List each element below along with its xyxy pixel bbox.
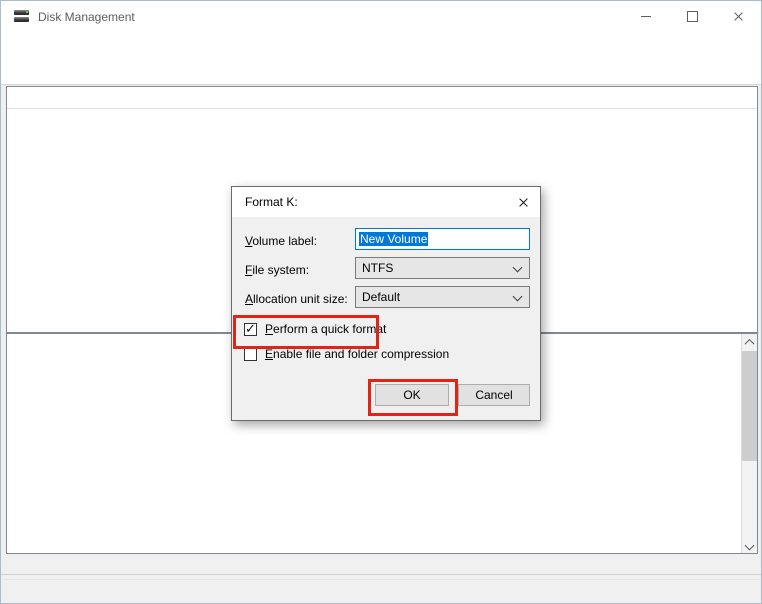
- file-system-label: File system:: [245, 263, 309, 277]
- maximize-button[interactable]: [669, 1, 715, 32]
- dialog-close-button[interactable]: [517, 196, 530, 209]
- compression-checkbox[interactable]: [244, 348, 257, 361]
- cancel-button[interactable]: Cancel: [458, 384, 530, 406]
- scroll-up-button[interactable]: [742, 334, 757, 350]
- ok-button[interactable]: OK: [375, 384, 449, 406]
- toolbar: [1, 57, 761, 85]
- legend-bar: [6, 554, 758, 573]
- maximize-icon: [687, 11, 698, 22]
- file-system-select[interactable]: NTFS: [355, 257, 530, 279]
- close-icon: [733, 11, 744, 22]
- scroll-down-button[interactable]: [742, 537, 757, 553]
- volume-label-value: New Volume: [359, 232, 428, 246]
- chevron-down-icon: [513, 263, 523, 273]
- file-system-value: NTFS: [362, 261, 393, 275]
- menu-bar: [1, 33, 761, 57]
- window-title: Disk Management: [38, 10, 135, 24]
- status-bar: [1, 574, 762, 604]
- app-icon: [14, 10, 30, 24]
- scrollbar-thumb[interactable]: [742, 351, 757, 461]
- format-dialog: Format K: Volume label: New Volume File …: [231, 186, 541, 421]
- vertical-scrollbar[interactable]: [741, 334, 757, 553]
- quick-format-label: Perform a quick format: [265, 322, 386, 336]
- chevron-down-icon: [513, 292, 523, 302]
- allocation-unit-select[interactable]: Default: [355, 286, 530, 308]
- minimize-button[interactable]: [623, 1, 669, 32]
- allocation-unit-value: Default: [362, 290, 400, 304]
- quick-format-checkbox[interactable]: [244, 323, 257, 336]
- title-bar: Disk Management: [1, 1, 761, 33]
- compression-label: Enable file and folder compression: [265, 347, 449, 361]
- minimize-icon: [641, 16, 651, 17]
- close-button[interactable]: [715, 1, 761, 32]
- format-dialog-titlebar: Format K:: [232, 187, 540, 217]
- disk-management-window: Disk Management Format K: Volume label:: [0, 0, 762, 604]
- chevron-up-icon: [745, 338, 755, 348]
- volume-label-label: Volume label:: [245, 234, 317, 248]
- volume-label-input[interactable]: New Volume: [355, 228, 530, 250]
- format-dialog-title: Format K:: [245, 195, 298, 209]
- allocation-unit-label: Allocation unit size:: [245, 292, 348, 306]
- chevron-down-icon: [745, 540, 755, 550]
- volume-table-header: [7, 87, 757, 109]
